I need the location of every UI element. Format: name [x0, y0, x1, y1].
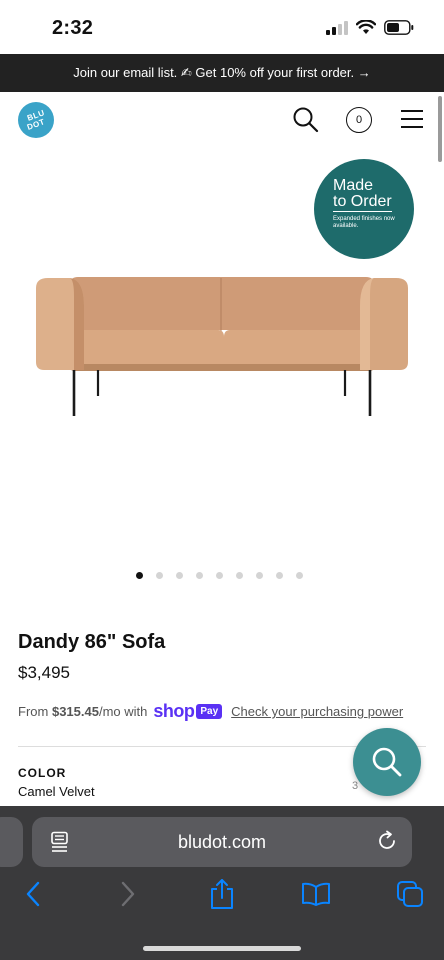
swatch-count: 3: [352, 780, 359, 792]
home-indicator[interactable]: [143, 946, 301, 951]
book-icon: [302, 882, 330, 906]
share-button[interactable]: [206, 878, 238, 910]
tabs-icon: [397, 881, 423, 907]
shop-pay-logo: shop: [153, 701, 195, 721]
cellular-signal-icon: [326, 20, 348, 35]
forward-button[interactable]: [112, 878, 144, 910]
badge-line-2: to Order: [333, 193, 392, 212]
back-button[interactable]: [17, 878, 49, 910]
status-bar: 2:32: [0, 0, 444, 54]
carousel-dot[interactable]: [196, 572, 203, 579]
bludot-logo[interactable]: BLU DOT: [18, 102, 54, 138]
pay-badge: Pay: [196, 704, 223, 719]
color-label: COLOR: [18, 766, 67, 780]
previous-tab[interactable]: [0, 817, 23, 867]
tabs-button[interactable]: [394, 878, 426, 910]
floating-search-button[interactable]: [353, 728, 421, 796]
menu-icon[interactable]: [401, 110, 423, 128]
browser-chrome: bludot.com: [0, 806, 444, 960]
financing-prefix: From: [18, 704, 49, 719]
product-title: Dandy 86" Sofa: [18, 631, 166, 653]
badge-subtext: Expanded finishes now available.: [333, 216, 395, 229]
made-to-order-badge: Made to Order Expanded finishes now avai…: [314, 159, 414, 259]
promo-text[interactable]: Join our email list. ✍ Get 10% off your …: [73, 65, 371, 81]
carousel-dots: [136, 572, 303, 579]
cart-count: 0: [355, 114, 363, 126]
product-image-sofa[interactable]: [30, 266, 414, 426]
carousel-dot[interactable]: [216, 572, 223, 579]
share-icon: [211, 879, 233, 909]
chevron-right-icon: [121, 881, 135, 907]
color-value: Camel Velvet: [18, 784, 95, 799]
financing-amount: $315.45: [51, 704, 99, 719]
check-purchasing-power-link[interactable]: Check your purchasing power: [231, 704, 403, 719]
promo-banner[interactable]: Join our email list. ✍ Get 10% off your …: [0, 54, 444, 92]
reload-icon[interactable]: [376, 830, 398, 852]
carousel-dot[interactable]: [276, 572, 283, 579]
bookmarks-button[interactable]: [300, 878, 332, 910]
badge-line-1: Made: [333, 177, 374, 194]
chevron-left-icon: [26, 881, 40, 907]
wifi-icon: [356, 20, 376, 34]
product-price: $3,495: [18, 663, 70, 682]
carousel-dot[interactable]: [256, 572, 263, 579]
site-header: BLU DOT 0: [0, 92, 444, 148]
cart-button[interactable]: 0: [346, 107, 372, 133]
search-icon: [372, 747, 402, 777]
status-icons: [326, 20, 414, 35]
carousel-dot[interactable]: [176, 572, 183, 579]
address-bar[interactable]: bludot.com: [32, 817, 412, 867]
scrollbar[interactable]: [438, 96, 442, 162]
search-icon[interactable]: [292, 106, 320, 134]
url-text[interactable]: bludot.com: [32, 832, 412, 853]
financing-suffix: /mo with: [98, 704, 148, 719]
carousel-dot[interactable]: [156, 572, 163, 579]
browser-toolbar: [0, 878, 444, 918]
carousel-dot[interactable]: [296, 572, 303, 579]
status-time: 2:32: [52, 17, 94, 39]
battery-icon: [384, 20, 414, 35]
carousel-dot[interactable]: [236, 572, 243, 579]
carousel-dot[interactable]: [136, 572, 143, 579]
shop-pay-financing: From $315.45/mo with shop Pay Check your…: [18, 701, 403, 722]
